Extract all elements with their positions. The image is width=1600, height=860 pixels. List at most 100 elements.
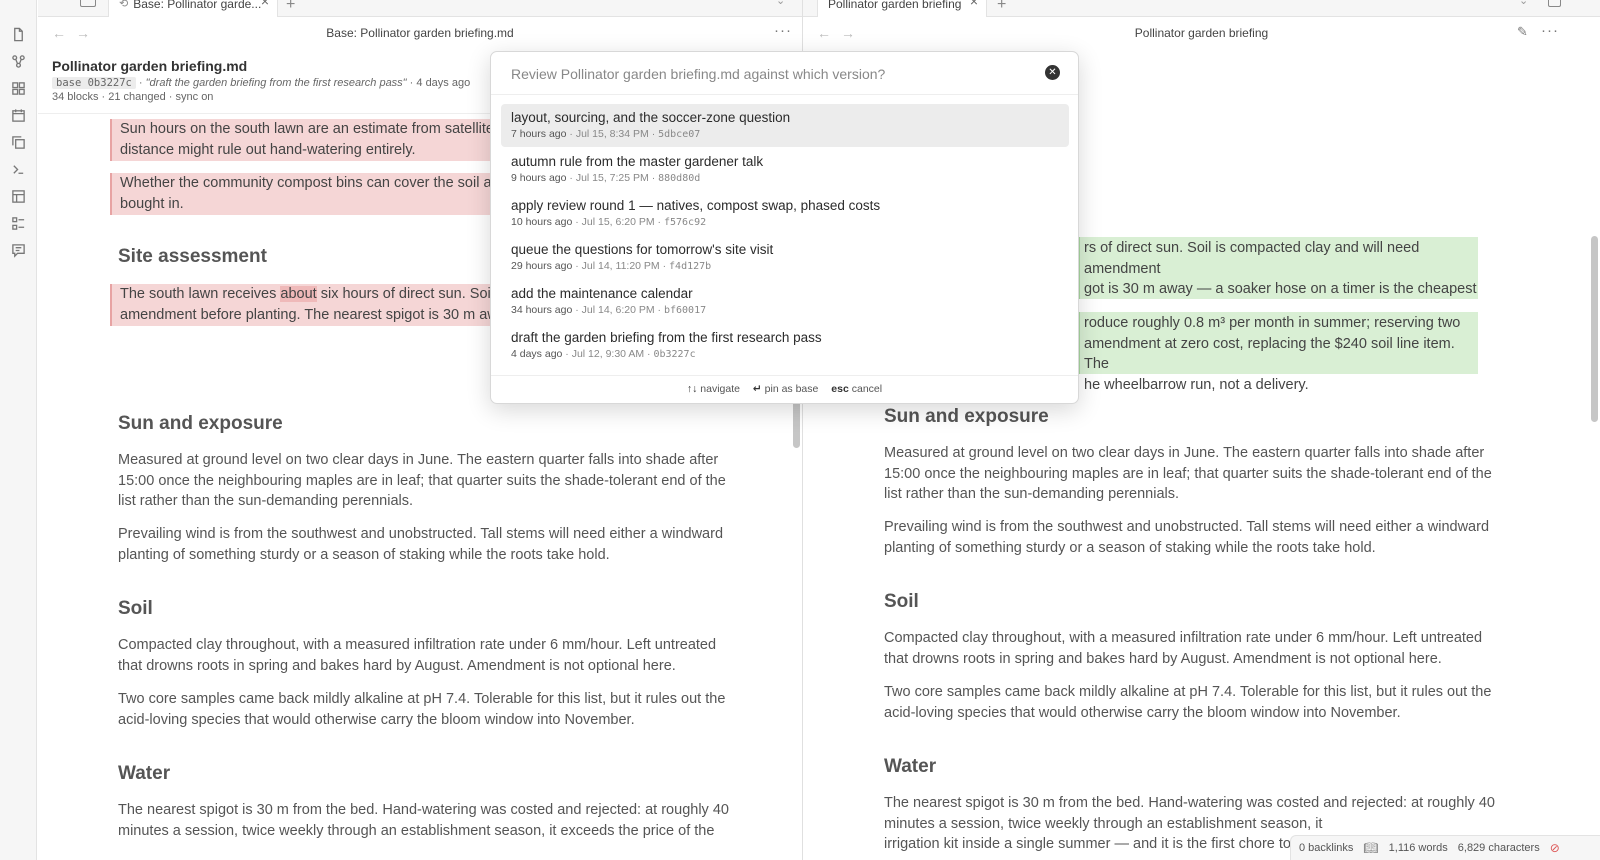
heading-sun-exposure: Sun and exposure [884,406,1049,427]
version-hash: 5dbce07 [658,129,701,140]
chevron-down-icon[interactable]: ⌄ [1519,0,1528,7]
comment-icon[interactable] [10,242,26,258]
version-title: add the maintenance calendar [511,286,693,301]
paragraph: Prevailing wind is from the southwest an… [884,517,1534,558]
version-title: queue the questions for tomorrow's site … [511,242,774,257]
version-option[interactable]: layout, sourcing, and the soccer-zone qu… [501,104,1069,147]
version-hash: bf60017 [663,305,707,316]
paragraph-line: Measured at ground level on two clear da… [118,452,719,468]
close-icon[interactable]: × [261,0,269,8]
paragraph-line: planting of something sturdy or a season… [884,539,1376,556]
copy-icon[interactable] [10,134,26,150]
version-option[interactable]: queue the questions for tomorrow's site … [501,236,1069,279]
paragraph-line: list rather than the sun-demanding peren… [118,493,414,509]
version-hash: f4d127b [669,261,712,272]
paragraph-line: Prevailing wind is from the southwest an… [884,519,1490,535]
paragraph-line: minutes a session, twice weekly through … [884,815,1323,832]
right-scrollbar-thumb[interactable] [1591,236,1598,422]
version-age: 34 hours ago [511,304,573,316]
sidebar-right-icon[interactable] [1548,0,1561,7]
edit-pencil-icon[interactable]: ✎ [1517,24,1528,40]
paragraph: Measured at ground level on two clear da… [118,450,758,512]
checklist-icon[interactable] [10,215,26,231]
paragraph-line: that drowns roots in spring and bakes ha… [884,650,1442,667]
word-count: 1,116 words [1388,842,1448,854]
app-window: ⟲ Base: Pollinator garde... × + ⌄ Pollin… [0,0,1600,860]
graph-icon[interactable] [10,53,26,69]
version-meta: 29 hours ago · Jul 14, 11:20 PM · f4d127… [511,260,712,272]
heading-sun-exposure: Sun and exposure [118,413,283,434]
layout-icon[interactable] [10,188,26,204]
tab-pollinator-briefing[interactable]: Pollinator garden briefing × [817,0,987,17]
paragraph-line: he wheelbarrow run, not a delivery. [1084,376,1309,393]
more-options-icon[interactable]: ··· [774,22,792,39]
view-title: Base: Pollinator garden briefing.md [326,26,514,40]
tab-base-pollinator[interactable]: ⟲ Base: Pollinator garde... × [108,0,278,17]
version-option[interactable]: add the maintenance calendar 34 hours ag… [501,280,1069,323]
paragraph-line: Prevailing wind is from the southwest an… [118,526,724,542]
paragraph-line: 15:00 once the neighbouring maples are i… [118,472,726,489]
paragraph-line: Measured at ground level on two clear da… [884,445,1485,461]
character-count: 6,829 characters [1457,842,1540,854]
paragraph-line: The nearest spigot is 30 m from the bed.… [118,802,729,818]
terminal-icon[interactable] [10,161,26,177]
version-hash: 880d80d [658,173,701,184]
backlinks-count[interactable]: 0 backlinks [1299,842,1353,854]
new-tab-icon[interactable]: + [997,0,1006,14]
version-date: Jul 14, 11:20 PM [581,260,660,272]
chevron-down-icon[interactable]: ⌄ [776,0,785,7]
new-tab-icon[interactable]: + [286,0,295,14]
paragraph-line: minutes a session, twice weekly through … [118,822,715,839]
version-meta: 9 hours ago · Jul 15, 7:25 PM · 880d80d [511,172,701,184]
close-icon[interactable]: ✕ [1045,65,1060,80]
canvas-icon[interactable] [10,80,26,96]
paragraph-line: Compacted clay throughout, with a measur… [118,637,717,653]
version-age: 9 hours ago [511,172,567,184]
version-title: autumn rule from the master gardener tal… [511,154,764,169]
text-span: six hours of direct sun. Soil is [316,286,509,302]
left-ribbon [0,0,37,860]
version-option[interactable]: draft the garden briefing from the first… [501,324,1069,367]
tab-label: Base: Pollinator garde... [133,0,262,11]
version-option[interactable]: apply review round 1 — natives, compost … [501,192,1069,235]
sync-off-icon[interactable]: ⊘ [1550,841,1560,855]
added-block: roduce roughly 0.8 m³ per month in summe… [1078,312,1478,393]
paragraph-line: acid-loving species that would otherwise… [884,704,1401,721]
esc-key-hint: esc [831,383,849,395]
left-tab-strip: ⟲ Base: Pollinator garde... × + ⌄ [38,0,802,17]
nav-hint: navigate [700,383,740,395]
pin-hint: pin as base [764,383,819,395]
right-view-header: ← → Pollinator garden briefing ✎ ··· [803,18,1600,50]
left-view-header: ← → Base: Pollinator garden briefing.md … [38,18,802,50]
divider [491,94,1078,95]
heading-soil: Soil [884,591,919,612]
diff-icon: ⟲ [119,0,129,10]
calendar-icon[interactable] [10,107,26,123]
heading-water: Water [884,756,937,777]
version-age: 4 days ago [511,348,563,360]
paragraph-line: acid-loving species that would otherwise… [118,711,635,728]
paragraph: Compacted clay throughout, with a measur… [884,628,1534,669]
file-icon[interactable] [10,26,26,42]
close-icon[interactable]: × [970,0,978,8]
paragraph: Two core samples came back mildly alkali… [118,689,758,730]
paragraph-line: Compacted clay throughout, with a measur… [884,630,1483,646]
text-span: The south lawn receives [120,286,281,302]
added-block: rs of direct sun. Soil is compacted clay… [1078,237,1478,299]
base-hash-badge: base 0b3227c [52,77,136,89]
paragraph: Prevailing wind is from the southwest an… [118,524,758,565]
paragraph-line: amendment at zero cost, replacing the $2… [1084,335,1455,373]
paragraph: Two core samples came back mildly alkali… [884,682,1534,723]
more-options-icon[interactable]: ··· [1541,22,1559,39]
version-search-input[interactable]: Review Pollinator garden briefing.md aga… [511,66,885,82]
version-title: apply review round 1 — natives, compost … [511,198,881,213]
sidebar-toggle-icon[interactable] [80,0,96,7]
book-icon[interactable]: 📖︎ [1363,841,1378,855]
modal-instructions: ↑↓ navigate ↵ pin as base esc cancel [491,375,1078,404]
status-bar: 0 backlinks 📖︎ 1,116 words 6,829 charact… [1290,835,1600,860]
paragraph-line: 15:00 once the neighbouring maples are i… [884,465,1492,482]
nav-key-hint: ↑↓ [686,383,698,395]
version-option[interactable]: autumn rule from the master gardener tal… [501,148,1069,191]
paragraph: The nearest spigot is 30 m from the bed.… [118,800,758,841]
paragraph-line: Two core samples came back mildly alkali… [118,691,726,707]
